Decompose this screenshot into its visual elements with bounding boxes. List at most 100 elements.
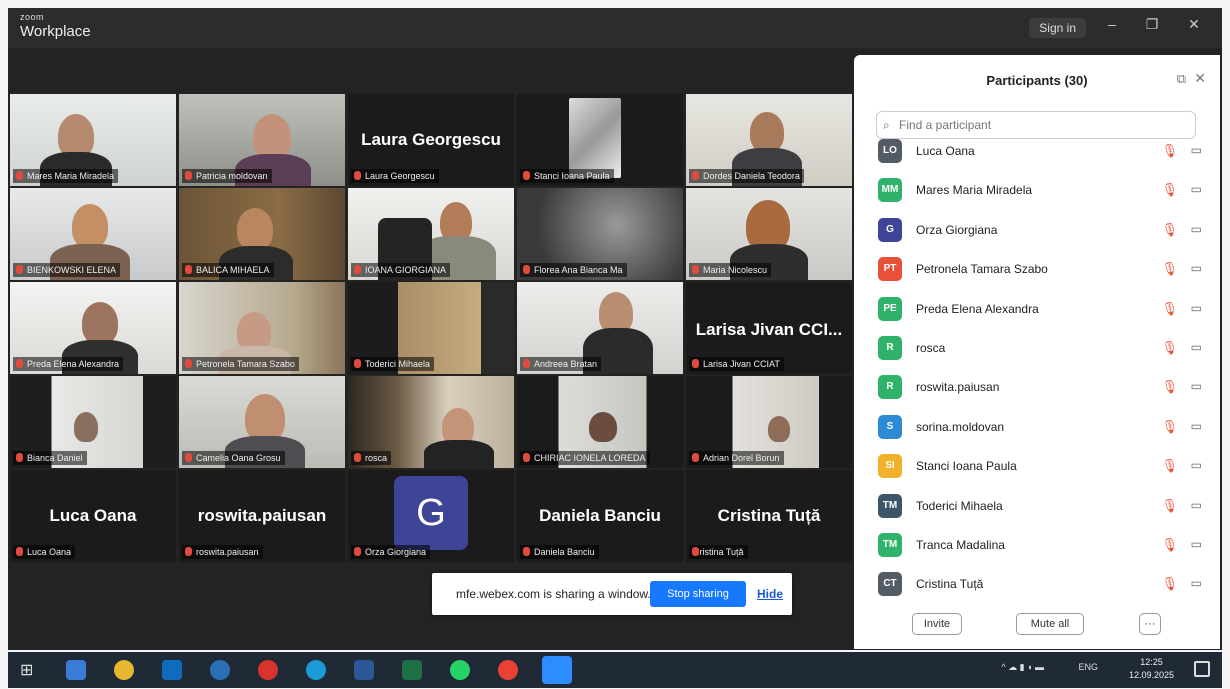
system-tray[interactable]: ^ ☁ ▮ ◖ ▬ — [1001, 662, 1044, 673]
notification-icon[interactable] — [1194, 661, 1210, 677]
invite-button[interactable]: Invite — [912, 613, 962, 635]
popout-icon[interactable]: ⧉ — [1177, 71, 1186, 87]
video-tile[interactable]: roswita.paiusan roswita.paiusan — [179, 470, 345, 562]
video-tile[interactable]: Larisa Jivan CCI... Larisa Jivan CCIAT — [686, 282, 852, 374]
camera-icon[interactable]: ▭ — [1191, 419, 1202, 433]
participant-row[interactable]: G Orza Giorgiana 🎙︎ ▭ — [854, 212, 1220, 250]
more-options-button[interactable]: ··· — [1139, 613, 1161, 635]
mic-muted-icon[interactable]: 🎙︎ — [1161, 182, 1178, 198]
video-tile[interactable]: Camelia Oana Grosu — [179, 376, 345, 468]
participant-row[interactable]: PT Petronela Tamara Szabo 🎙︎ ▭ — [854, 251, 1220, 289]
video-tile[interactable]: Toderici Mihaela — [348, 282, 514, 374]
mic-muted-icon[interactable]: 🎙︎ — [1161, 379, 1178, 395]
chrome-icon[interactable] — [114, 660, 134, 680]
camera-icon[interactable]: ▭ — [1191, 222, 1202, 236]
video-tile[interactable]: BALICA MIHAELA — [179, 188, 345, 280]
video-tile[interactable]: CHIRIAC IONELA LOREDA — [517, 376, 683, 468]
mic-muted-icon — [692, 359, 699, 368]
mic-muted-icon[interactable]: 🎙︎ — [1161, 458, 1178, 474]
search-input[interactable] — [899, 116, 1179, 134]
participant-name: Luca Oana — [916, 144, 975, 158]
video-tile[interactable]: Adrian Dorel Borun — [686, 376, 852, 468]
mic-muted-icon[interactable]: 🎙︎ — [1161, 301, 1178, 317]
video-tile[interactable]: Andreea Bratan — [517, 282, 683, 374]
hide-link[interactable]: Hide — [757, 587, 783, 601]
camera-icon[interactable]: ▭ — [1191, 261, 1202, 275]
stop-sharing-button[interactable]: Stop sharing — [650, 581, 746, 607]
participant-name-label: Daniela Banciu — [520, 545, 599, 559]
close-panel-icon[interactable]: ✕ — [1194, 70, 1206, 87]
video-tile[interactable]: Daniela Banciu Daniela Banciu — [517, 470, 683, 562]
mic-muted-icon[interactable]: 🎙︎ — [1161, 537, 1178, 553]
start-icon[interactable]: ⊞ — [20, 660, 40, 680]
participant-row[interactable]: CT Cristina Tuță 🎙︎ ▭ — [854, 566, 1220, 604]
video-tile[interactable]: Stanci Ioana Paula — [517, 94, 683, 186]
camera-icon[interactable]: ▭ — [1191, 498, 1202, 512]
participant-row[interactable]: Rroswita.paiusan 🎙︎ ▭ — [854, 369, 1220, 407]
sign-in-button[interactable]: Sign in — [1029, 18, 1086, 38]
mic-muted-icon[interactable]: 🎙︎ — [1161, 340, 1178, 356]
camera-icon[interactable]: ▭ — [1191, 143, 1202, 157]
mic-muted-icon[interactable]: 🎙︎ — [1161, 222, 1178, 238]
windows-taskbar: ⊞ ^ ☁ ▮ ◖ ▬ ENG 12:25 12.09.2025 — [8, 652, 1222, 688]
video-tile[interactable]: Dordes Daniela Teodora — [686, 94, 852, 186]
mute-all-button[interactable]: Mute all — [1016, 613, 1084, 635]
video-tile[interactable]: G Orza Giorgiana — [348, 470, 514, 562]
video-tile[interactable]: Petronela Tamara Szabo — [179, 282, 345, 374]
camera-icon[interactable]: ▭ — [1191, 340, 1202, 354]
video-tile[interactable]: Mares Maria Miradela — [10, 94, 176, 186]
participant-name-label: Toderici Mihaela — [351, 357, 435, 371]
participant-avatar: PT — [878, 257, 902, 282]
participant-row[interactable]: TM Tranca Madalina 🎙︎ ▭ — [854, 527, 1220, 565]
video-tile[interactable]: Bianca Daniel — [10, 376, 176, 468]
restore-icon[interactable]: ❐ — [1140, 16, 1164, 33]
excel-icon[interactable] — [402, 660, 422, 680]
video-tile[interactable]: IOANA GIORGIANA — [348, 188, 514, 280]
video-tile[interactable]: Florea Ana Bianca Ma — [517, 188, 683, 280]
minimize-icon[interactable]: – — [1100, 16, 1124, 32]
video-tile[interactable]: Luca Oana Luca Oana — [10, 470, 176, 562]
zoom-icon[interactable] — [542, 656, 572, 684]
outlook-icon[interactable] — [162, 660, 182, 680]
video-tile[interactable]: Preda Elena Alexandra — [10, 282, 176, 374]
participant-row[interactable]: SI Stanci Ioana Paula 🎙︎ ▭ — [854, 448, 1220, 486]
app-icon[interactable] — [210, 660, 230, 680]
video-tile[interactable]: rosca — [348, 376, 514, 468]
participant-row[interactable]: MM Mares Maria Miradela 🎙︎ ▭ — [854, 172, 1220, 210]
camera-icon[interactable]: ▭ — [1191, 576, 1202, 590]
video-tile[interactable]: Laura Georgescu Laura Georgescu — [348, 94, 514, 186]
whatsapp-icon[interactable] — [450, 660, 470, 680]
camera-icon[interactable]: ▭ — [1191, 301, 1202, 315]
app-icon[interactable] — [258, 660, 278, 680]
participant-name-label: Bianca Daniel — [13, 451, 87, 465]
camera-icon[interactable]: ▭ — [1191, 458, 1202, 472]
participant-row[interactable]: PE Preda Elena Alexandra 🎙︎ ▭ — [854, 291, 1220, 329]
camera-icon[interactable]: ▭ — [1191, 182, 1202, 196]
chrome-icon[interactable] — [498, 660, 518, 680]
participant-row[interactable]: LO Luca Oana 🎙︎ ▭ — [854, 133, 1220, 171]
mic-muted-icon[interactable]: 🎙︎ — [1161, 576, 1178, 592]
file-explorer-icon[interactable] — [66, 660, 86, 680]
mic-muted-icon[interactable]: 🎙︎ — [1161, 261, 1178, 277]
mic-muted-icon[interactable]: 🎙︎ — [1161, 419, 1178, 435]
edge-icon[interactable] — [306, 660, 326, 680]
participant-row[interactable]: Rrosca 🎙︎ ▭ — [854, 330, 1220, 368]
participant-row[interactable]: TM Toderici Mihaela 🎙︎ ▭ — [854, 488, 1220, 526]
mic-muted-icon — [16, 453, 23, 462]
video-tile[interactable]: BIENKOWSKI ELENA — [10, 188, 176, 280]
video-tile[interactable]: Maria Nicolescu — [686, 188, 852, 280]
camera-icon[interactable]: ▭ — [1191, 379, 1202, 393]
mic-muted-icon[interactable]: 🎙︎ — [1161, 498, 1178, 514]
zoom-logo-small: zoom — [20, 12, 45, 22]
close-icon[interactable]: ✕ — [1182, 16, 1206, 33]
language-indicator[interactable]: ENG — [1078, 662, 1098, 672]
participant-row[interactable]: Ssorina.moldovan 🎙︎ ▭ — [854, 409, 1220, 447]
screen-share-bar: mfe.webex.com is sharing a window. Stop … — [432, 573, 792, 615]
video-tile[interactable]: Patricia moldovan — [179, 94, 345, 186]
clock[interactable]: 12:25 12.09.2025 — [1129, 656, 1174, 682]
camera-icon[interactable]: ▭ — [1191, 537, 1202, 551]
word-icon[interactable] — [354, 660, 374, 680]
mic-muted-icon[interactable]: 🎙︎ — [1161, 143, 1178, 159]
mic-muted-icon — [16, 171, 23, 180]
video-tile[interactable]: Cristina Tuță Cristina Tuță — [686, 470, 852, 562]
